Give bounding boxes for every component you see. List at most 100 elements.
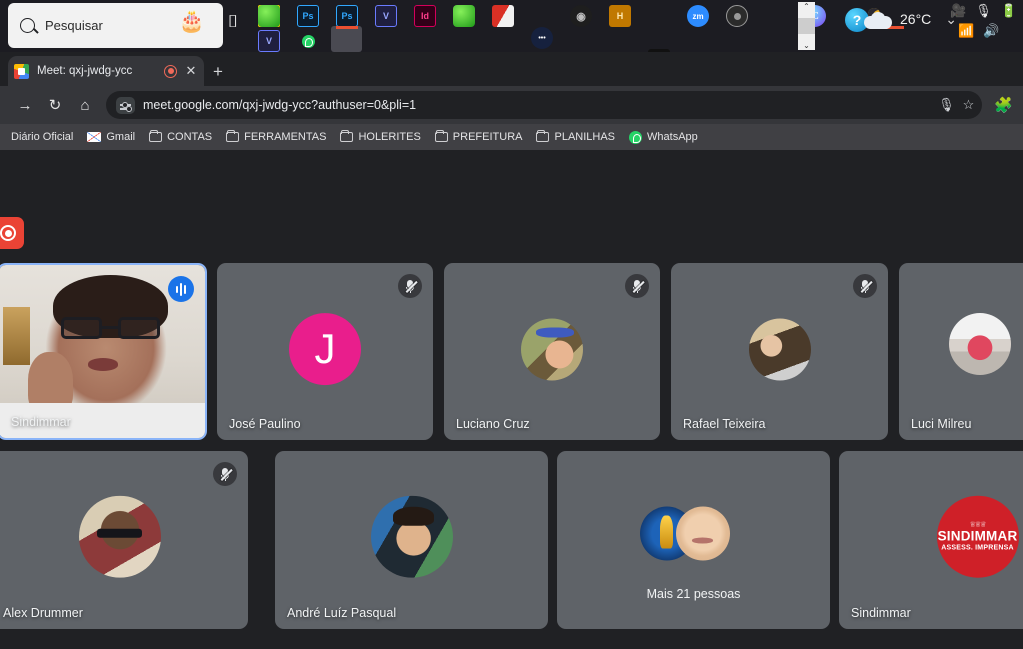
bookmark-folder-holerites[interactable]: HOLERITES (333, 129, 427, 145)
whatsapp-icon (629, 130, 643, 144)
taskbar-app-whatsapp[interactable] (297, 30, 319, 52)
participant-tile-more-people[interactable]: Mais 21 pessoas (557, 451, 830, 629)
participant-name: Rafael Teixeira (683, 417, 766, 431)
taskbar-app-photoshop-2[interactable]: Ps (336, 5, 358, 27)
mic-off-icon (213, 462, 237, 486)
taskbar-app-zoom[interactable]: zm (687, 5, 709, 27)
windows-search-box[interactable]: Pesquisar 🎂 (8, 3, 223, 48)
camera-icon[interactable]: 🎥 (950, 4, 966, 19)
bookmark-star-icon[interactable]: ☆ (963, 97, 975, 113)
new-tab-button[interactable]: + (213, 62, 223, 82)
participant-name: Luci Milreu (911, 417, 972, 431)
participant-tile-sindimmar-logo[interactable]: ♕♕♕ SINDIMMAR ASSESS. IMPRENSA Sindimmar (839, 451, 1023, 629)
volume-icon[interactable]: 🔊 (983, 24, 999, 39)
taskbar-app-red-white-app[interactable] (492, 5, 514, 27)
participant-grid: Sindimmar J José Paulino Luciano Cruz Ra… (0, 263, 1023, 649)
scroll-down-arrow[interactable]: ⌄ (803, 41, 810, 50)
avatar (521, 318, 583, 381)
taskbar-app-vegas-pro[interactable]: V (375, 5, 397, 27)
app-label: V (382, 11, 389, 21)
birthday-cake-icon: 🎂 (178, 10, 205, 33)
tab-recording-icon[interactable] (164, 64, 177, 78)
bookmark-label: HOLERITES (358, 131, 421, 143)
recording-indicator-icon[interactable] (0, 217, 24, 249)
participant-tile-sindimmar-video[interactable]: Sindimmar (0, 263, 207, 440)
scroll-up-arrow[interactable]: ⌃ (803, 2, 810, 11)
bookmark-folder-contas[interactable]: CONTAS (142, 129, 219, 145)
chrome-tabstrip: Meet: qxj-jwdg-ycc ✕ + (0, 52, 1023, 86)
participant-tile-alex-drummer[interactable]: Alex Drummer (0, 451, 248, 629)
participant-tile-jose-paulino[interactable]: J José Paulino (217, 263, 433, 440)
bookmark-label: PREFEITURA (452, 131, 523, 143)
mic-off-icon (853, 274, 877, 298)
avatar-stack (639, 506, 748, 561)
taskbar-app-green-app[interactable] (258, 5, 280, 27)
browser-tab-meet[interactable]: Meet: qxj-jwdg-ycc ✕ (8, 56, 204, 86)
bookmark-folder-ferramentas[interactable]: FERRAMENTAS (219, 129, 333, 145)
logo-line-1: SINDIMMAR (937, 528, 1018, 544)
participant-name: Luciano Cruz (456, 417, 530, 431)
microphone-icon[interactable]: 🎙 (975, 4, 992, 19)
weather-temperature: 26°C (900, 11, 932, 27)
app-label: H (616, 11, 624, 21)
taskbar-app-indesign[interactable]: Id (414, 5, 436, 27)
participant-tile-luci-milreu[interactable]: Luci Milreu (899, 263, 1023, 440)
battery-icon[interactable]: 🔋 (1001, 4, 1017, 19)
google-meet-page: Sindimmar J José Paulino Luciano Cruz Ra… (0, 150, 1023, 649)
wifi-icon[interactable]: 📶 (958, 24, 974, 39)
bookmark-label: Gmail (106, 131, 136, 143)
scrollbar-thumb[interactable] (798, 18, 815, 34)
taskbar-app-obs-studio[interactable] (726, 5, 748, 27)
avatar: J (289, 312, 361, 385)
avatar-initial: J (314, 324, 336, 372)
bookmark-label: FERRAMENTAS (244, 131, 327, 143)
taskbar-app-yellow-app[interactable]: H (609, 5, 631, 27)
logo-line-2: ASSESS. IMPRENSA (941, 544, 1014, 552)
taskbar-app-photoshop[interactable]: Ps (297, 5, 319, 27)
folder-icon (340, 129, 354, 142)
system-tray: 🎥 🎙 🔋 📶 🔊 (950, 4, 1020, 50)
bookmark-label: PLANILHAS (554, 131, 616, 143)
bookmark-label: WhatsApp (647, 131, 698, 143)
mic-off-icon (625, 274, 649, 298)
app-label: V (265, 36, 272, 46)
bookmark-gmail[interactable]: Gmail (80, 129, 142, 145)
taskbar-app-dark-dots-app[interactable] (531, 27, 553, 49)
search-input-placeholder: Pesquisar (45, 18, 103, 33)
chrome-window: Meet: qxj-jwdg-ycc ✕ + → ↻ ⌂ meet.google… (0, 52, 1023, 649)
forward-button[interactable]: → (10, 90, 40, 120)
weather-widget[interactable]: 26°C ⌄ (864, 8, 957, 30)
folder-icon (149, 129, 163, 142)
task-view-icon[interactable]: ⌷ (228, 12, 238, 32)
bookmark-whatsapp[interactable]: WhatsApp (622, 129, 705, 146)
folder-icon (536, 129, 550, 142)
participant-tile-rafael-teixeira[interactable]: Rafael Teixeira (671, 263, 888, 440)
voice-search-icon[interactable]: 🎙 (938, 97, 955, 113)
taskbar-overflow-scrollbar[interactable]: ⌃ ⌄ (798, 2, 815, 50)
avatar (675, 506, 730, 561)
participant-tile-luciano-cruz[interactable]: Luciano Cruz (444, 263, 660, 440)
bookmark-diario-oficial[interactable]: Diário Oficial (4, 129, 80, 145)
bookmark-label: Diário Oficial (11, 131, 74, 143)
folder-icon (226, 129, 240, 142)
site-settings-icon[interactable] (116, 96, 135, 114)
whatsapp-icon (301, 34, 315, 48)
reload-button[interactable]: ↻ (40, 90, 70, 120)
extensions-puzzle-icon[interactable]: 🧩 (994, 96, 1013, 114)
participant-tile-andre-luiz-pasqual[interactable]: André Luíz Pasqual (275, 451, 548, 629)
home-button[interactable]: ⌂ (70, 90, 100, 120)
avatar (78, 495, 161, 578)
taskbar-app-xbox[interactable]: ◉ (570, 5, 592, 27)
app-label: Id (421, 11, 429, 21)
address-bar[interactable]: meet.google.com/qxj-jwdg-ycc?authuser=0&… (106, 91, 983, 119)
mic-off-icon (398, 274, 422, 298)
sindimmar-logo-icon: ♕♕♕ SINDIMMAR ASSESS. IMPRENSA (936, 495, 1019, 578)
close-icon[interactable]: ✕ (184, 63, 198, 79)
taskbar-app-vegas-pro-2[interactable]: V (258, 30, 280, 52)
chrome-taskbar-highlight (331, 26, 362, 52)
taskbar-pinned-apps: Ps Ps V Id ◉ H zm C V (258, 0, 904, 184)
more-people-label: Mais 21 pessoas (646, 587, 741, 601)
taskbar-app-green[interactable] (453, 5, 475, 27)
bookmark-folder-planilhas[interactable]: PLANILHAS (529, 129, 622, 145)
bookmark-folder-prefeitura[interactable]: PREFEITURA (428, 129, 530, 145)
